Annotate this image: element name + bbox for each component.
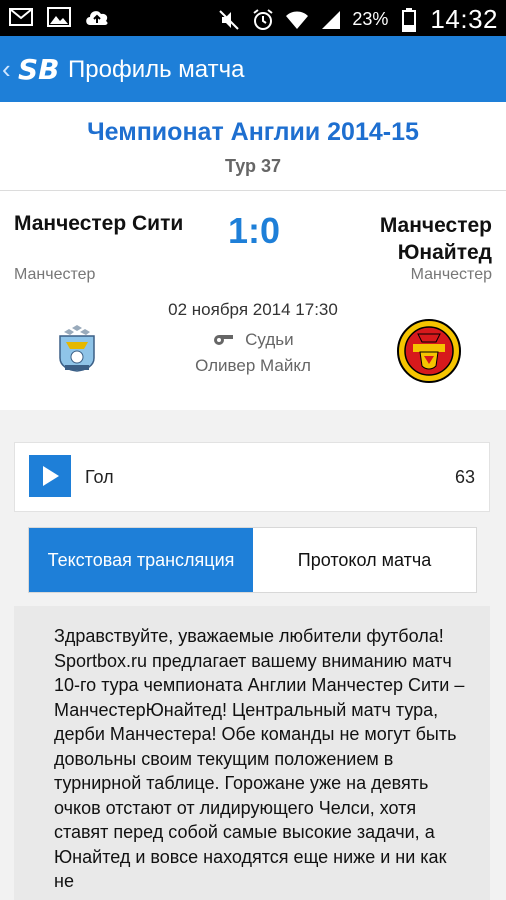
cloud-upload-icon <box>84 6 110 28</box>
article-text: Здравствуйте, уважаемые любители футбола… <box>54 626 465 891</box>
svg-text:SB: SB <box>18 53 60 86</box>
broadcast-tabs: Текстовая трансляция Протокол матча <box>28 527 477 593</box>
tab-match-protocol[interactable]: Протокол матча <box>253 528 476 592</box>
event-minute: 63 <box>454 467 475 487</box>
play-icon <box>43 466 59 486</box>
image-icon <box>46 6 72 28</box>
match-score: 1:0 <box>228 210 281 251</box>
article-panel: Здравствуйте, уважаемые любители футбола… <box>14 606 490 900</box>
event-type-label: Гол <box>85 467 114 487</box>
wifi-icon <box>284 9 310 31</box>
mail-icon <box>8 6 34 28</box>
status-bar: 23% 14:32 <box>0 0 506 36</box>
app-bar: ‹ SB Профиль матча <box>0 36 506 102</box>
mute-icon <box>216 9 242 31</box>
battery-percent: 23% <box>352 9 389 29</box>
back-chevron-icon[interactable]: ‹ <box>2 54 11 85</box>
away-team-crest-icon[interactable] <box>396 316 462 391</box>
away-team-name[interactable]: Манчестер Юнайтед <box>332 212 492 266</box>
battery-icon <box>396 7 422 32</box>
clock: 14:32 <box>430 4 498 34</box>
tab-text-broadcast[interactable]: Текстовая трансляция <box>29 528 253 592</box>
page-title: Профиль матча <box>68 56 245 83</box>
whistle-icon <box>212 331 234 351</box>
event-item[interactable]: Гол 63 <box>14 442 490 512</box>
home-team-crest-icon[interactable] <box>56 322 98 377</box>
play-video-button[interactable] <box>29 455 71 497</box>
home-team-city: Манчестер <box>14 266 96 283</box>
alarm-icon <box>250 8 276 31</box>
referee-label: Судьи <box>245 330 294 349</box>
round-label: Тур 37 <box>224 156 282 176</box>
sportbox-logo[interactable]: SB <box>18 52 62 91</box>
home-team-name[interactable]: Манчестер Сити <box>14 212 183 236</box>
signal-icon <box>318 9 344 31</box>
divider <box>0 190 506 191</box>
tournament-title: Чемпионат Англии 2014-15 <box>87 118 419 146</box>
away-team-city: Манчестер <box>410 266 492 283</box>
